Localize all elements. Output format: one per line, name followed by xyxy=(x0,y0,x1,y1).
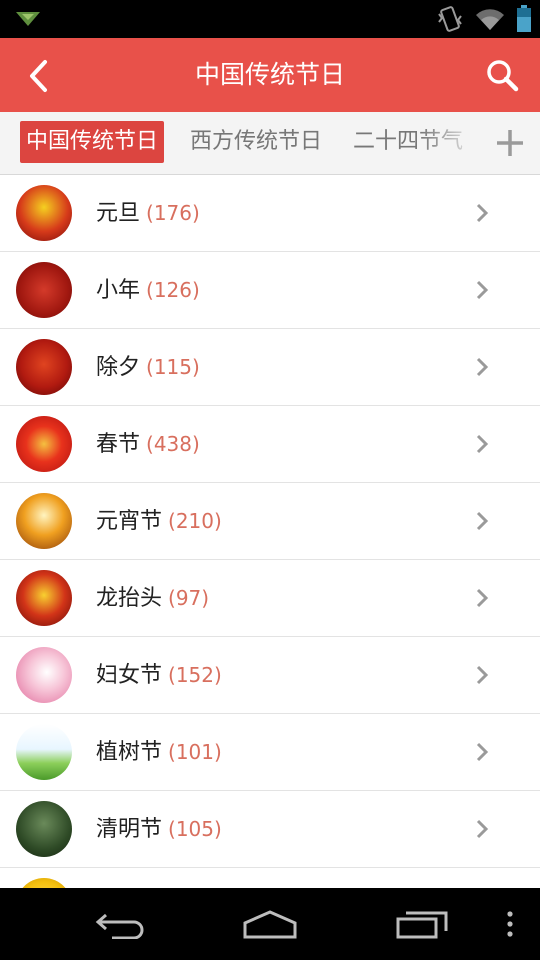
search-icon xyxy=(487,60,519,92)
festival-name: 小年 xyxy=(96,278,141,303)
battery-icon xyxy=(517,5,531,32)
festival-label: 妇女节 (152) xyxy=(96,637,222,713)
nav-home-button[interactable] xyxy=(240,906,300,942)
festival-name: 元旦 xyxy=(96,201,141,226)
festival-avatar xyxy=(16,262,72,318)
back-nav-icon xyxy=(95,913,144,939)
festival-count: (115) xyxy=(146,355,200,379)
app-bar: 中国传统节日 xyxy=(0,38,540,112)
home-nav-icon xyxy=(243,910,297,939)
recents-nav-icon xyxy=(396,911,448,939)
festival-avatar xyxy=(16,185,72,241)
festival-name: 植树节 xyxy=(96,740,163,765)
chevron-right-icon xyxy=(476,742,489,762)
festival-avatar xyxy=(16,416,72,472)
festival-count: (210) xyxy=(168,509,222,533)
wifi-icon xyxy=(476,9,504,31)
festival-label: 元宵节 (210) xyxy=(96,483,222,559)
festival-avatar xyxy=(16,878,72,888)
festival-count: (438) xyxy=(146,432,200,456)
chevron-right-icon xyxy=(476,203,489,223)
list-item[interactable]: 元宵节 (210) xyxy=(0,483,540,560)
list-item[interactable]: 植树节 (101) xyxy=(0,714,540,791)
nav-recents-button[interactable] xyxy=(392,906,452,942)
list-item[interactable]: 除夕 (115) xyxy=(0,329,540,406)
festival-label: 清明节 (105) xyxy=(96,791,222,867)
notification-icon xyxy=(16,12,40,26)
festival-label: 元旦 (176) xyxy=(96,175,200,251)
festival-avatar xyxy=(16,339,72,395)
festival-avatar xyxy=(16,801,72,857)
chevron-right-icon xyxy=(476,819,489,839)
menu-nav-icon xyxy=(507,911,513,937)
list-item[interactable]: 元旦 (176) xyxy=(0,175,540,252)
chevron-right-icon xyxy=(476,665,489,685)
search-button[interactable] xyxy=(480,53,524,97)
tab-chinese-festivals[interactable]: 中国传统节日 xyxy=(20,121,165,163)
festival-label: 除夕 (115) xyxy=(96,329,200,405)
festival-name: 春节 xyxy=(96,432,141,457)
festival-avatar xyxy=(16,724,72,780)
list-item[interactable]: 龙抬头 (97) xyxy=(0,560,540,637)
vibrate-icon xyxy=(438,6,462,32)
festival-avatar xyxy=(16,570,72,626)
festival-avatar xyxy=(16,493,72,549)
status-bar xyxy=(0,0,540,38)
festival-avatar xyxy=(16,647,72,703)
chevron-right-icon xyxy=(476,588,489,608)
category-tabs: 中国传统节日 西方传统节日 二十四节气 xyxy=(0,112,540,175)
festival-label: 春节 (438) xyxy=(96,406,200,482)
festival-label: 小年 (126) xyxy=(96,252,200,328)
festival-name: 元宵节 xyxy=(96,509,163,534)
chevron-right-icon xyxy=(476,511,489,531)
festival-name: 除夕 xyxy=(96,355,141,380)
festival-label: 植树节 (101) xyxy=(96,714,222,790)
festival-list: 元旦 (176) 小年 (126) 除夕 (115) 春节 (438) 元宵节 (210)… xyxy=(0,175,540,888)
list-item[interactable]: 春节 (438) xyxy=(0,406,540,483)
chevron-right-icon xyxy=(476,434,489,454)
festival-name: 清明节 xyxy=(96,817,163,842)
list-item[interactable]: 清明节 (105) xyxy=(0,791,540,868)
festival-count: (97) xyxy=(168,586,210,610)
festival-count: (152) xyxy=(168,663,222,687)
list-item[interactable] xyxy=(0,868,540,888)
festival-count: (176) xyxy=(146,201,200,225)
festival-name: 妇女节 xyxy=(96,663,163,688)
chevron-right-icon xyxy=(476,357,489,377)
page-title: 中国传统节日 xyxy=(194,60,345,89)
festival-label: 龙抬头 (97) xyxy=(96,560,209,636)
plus-icon xyxy=(497,130,523,156)
festival-count: (126) xyxy=(146,278,200,302)
nav-back-button[interactable] xyxy=(90,906,150,942)
nav-menu-button[interactable] xyxy=(500,906,520,942)
add-tab-button[interactable] xyxy=(480,112,540,174)
system-nav-bar xyxy=(0,888,540,960)
list-item[interactable]: 妇女节 (152) xyxy=(0,637,540,714)
festival-name: 龙抬头 xyxy=(96,586,163,611)
chevron-right-icon xyxy=(476,280,489,300)
tab-fade xyxy=(420,112,480,174)
festival-count: (105) xyxy=(168,817,222,841)
festival-count: (101) xyxy=(168,740,222,764)
list-item[interactable]: 小年 (126) xyxy=(0,252,540,329)
tab-western-festivals[interactable]: 西方传统节日 xyxy=(190,121,322,163)
